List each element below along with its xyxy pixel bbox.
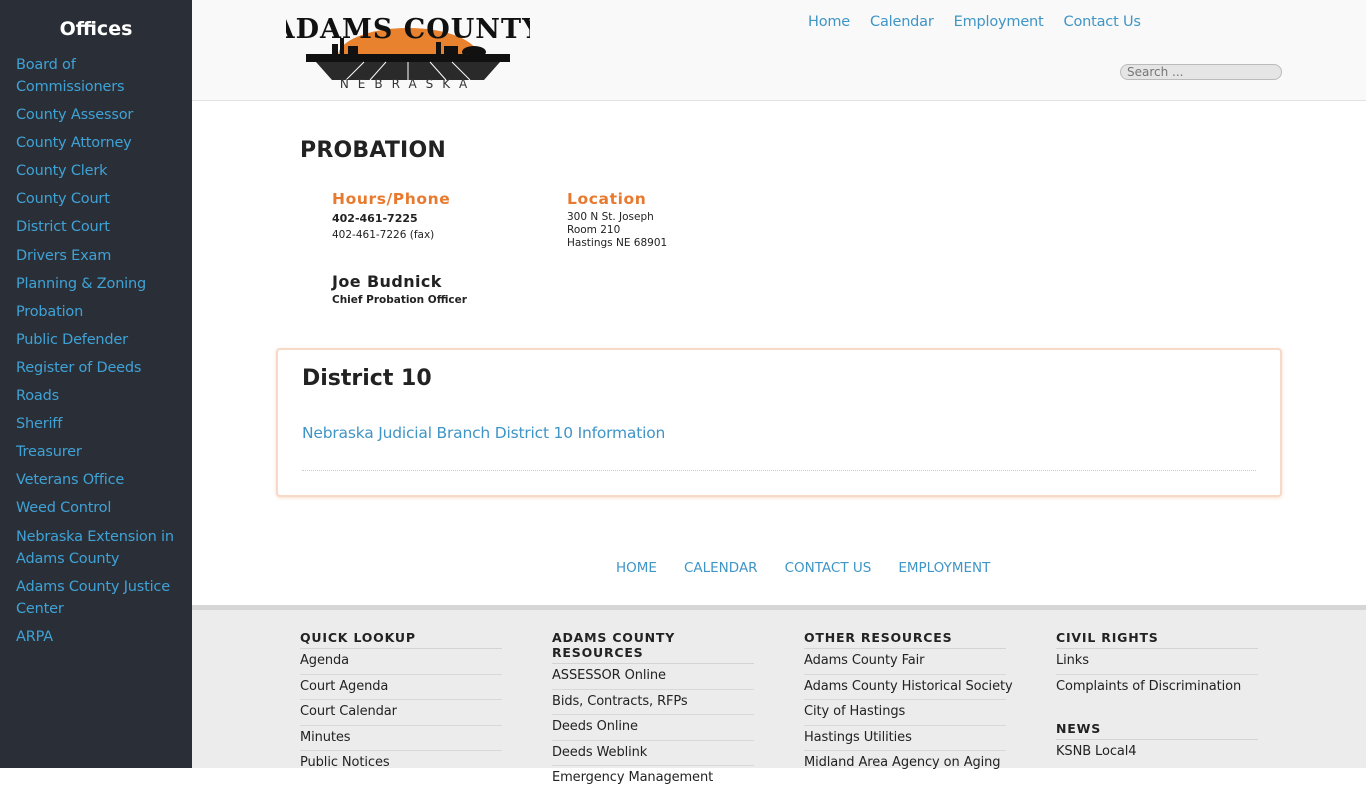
sidebar-item-county-assessor[interactable]: County Assessor: [16, 104, 186, 126]
footer-link[interactable]: KSNB Local4: [1056, 740, 1258, 765]
nav-home[interactable]: Home: [808, 14, 850, 30]
resources-column: ADAMS COUNTY RESOURCES ASSESSOR Online B…: [552, 630, 754, 791]
sidebar-item-justice-center[interactable]: Adams County Justice Center: [16, 576, 186, 620]
news-heading: NEWS: [1056, 721, 1258, 740]
phone-number: 402-461-7225: [332, 212, 418, 225]
address-line-3: Hastings NE 68901: [567, 237, 668, 249]
footer-link[interactable]: Court Calendar: [300, 700, 502, 726]
footer-link[interactable]: Adams County Historical Society: [804, 675, 1013, 700]
sidebar-title: Offices: [59, 18, 133, 40]
footer-link[interactable]: Deeds Online: [552, 715, 754, 741]
footer-link[interactable]: Deeds Weblink: [552, 741, 754, 766]
district-panel: District 10 Nebraska Judicial Branch Dis…: [276, 348, 1282, 497]
address-line-1: 300 N St. Joseph: [567, 211, 654, 223]
sidebar-list: Board of Commissioners County Assessor C…: [16, 54, 186, 654]
sidebar-item-district-court[interactable]: District Court: [16, 216, 186, 238]
officer-name: Joe Budnick: [332, 272, 442, 291]
sidebar-item-weed-control[interactable]: Weed Control: [16, 497, 186, 519]
address: 300 N St. Joseph Room 210 Hastings NE 68…: [567, 211, 667, 250]
civil-rights-column: CIVIL RIGHTS Links Complaints of Discrim…: [1056, 630, 1258, 765]
district-title: District 10: [302, 366, 432, 391]
footer-nav-calendar[interactable]: CALENDAR: [684, 560, 758, 576]
footer-link[interactable]: City of Hastings: [804, 700, 1006, 726]
site-footer: QUICK LOOKUP Agenda Court Agenda Court C…: [192, 605, 1366, 785]
footer-link[interactable]: Hastings Utilities: [804, 726, 1006, 751]
footer-link[interactable]: Agenda: [300, 649, 502, 675]
search-input[interactable]: [1120, 64, 1282, 80]
sidebar-item-nebraska-extension[interactable]: Nebraska Extension in Adams County: [16, 526, 186, 570]
sidebar-item-county-court[interactable]: County Court: [16, 188, 186, 210]
footer-link[interactable]: ASSESSOR Online: [552, 664, 754, 690]
sidebar-item-register-of-deeds[interactable]: Register of Deeds: [16, 357, 186, 379]
footer-link[interactable]: Bids, Contracts, RFPs: [552, 690, 754, 715]
location-heading: Location: [567, 190, 647, 208]
fax-number: 402-461-7226 (fax): [332, 229, 435, 241]
svg-text:NEBRASKA: NEBRASKA: [340, 77, 476, 88]
hours-heading: Hours/Phone: [332, 190, 451, 208]
page-title: PROBATION: [300, 138, 446, 163]
offices-sidebar: Offices Board of Commissioners County As…: [0, 0, 192, 768]
footer-nav: HOME CALENDAR CONTACT US EMPLOYMENT: [616, 560, 990, 576]
quick-lookup-column: QUICK LOOKUP Agenda Court Agenda Court C…: [300, 630, 502, 776]
adams-county-logo[interactable]: ADAMS COUNTY NEBRASKA: [286, 8, 530, 88]
news-section: NEWS KSNB Local4: [1056, 721, 1258, 765]
divider: [302, 470, 1256, 471]
sidebar-item-sheriff[interactable]: Sheriff: [16, 413, 186, 435]
top-nav: Home Calendar Employment Contact Us: [808, 14, 1141, 30]
sidebar-item-roads[interactable]: Roads: [16, 385, 186, 407]
sidebar-item-board-of-commissioners[interactable]: Board of Commissioners: [16, 54, 186, 98]
sidebar-item-planning-zoning[interactable]: Planning & Zoning: [16, 273, 186, 295]
footer-link[interactable]: Emergency Management: [552, 766, 754, 791]
svg-text:ADAMS COUNTY: ADAMS COUNTY: [286, 14, 530, 45]
footer-link[interactable]: Adams County Fair: [804, 649, 1006, 675]
sidebar-item-probation[interactable]: Probation: [16, 301, 186, 323]
address-line-2: Room 210: [567, 224, 621, 236]
nav-calendar[interactable]: Calendar: [870, 14, 934, 30]
footer-link[interactable]: Complaints of Discrimination: [1056, 675, 1258, 700]
sidebar-item-drivers-exam[interactable]: Drivers Exam: [16, 245, 186, 267]
footer-nav-employment[interactable]: EMPLOYMENT: [898, 560, 990, 576]
footer-link[interactable]: Court Agenda: [300, 675, 502, 700]
nav-employment[interactable]: Employment: [954, 14, 1044, 30]
footer-nav-home[interactable]: HOME: [616, 560, 657, 576]
resources-heading: ADAMS COUNTY RESOURCES: [552, 630, 754, 664]
sidebar-item-county-clerk[interactable]: County Clerk: [16, 160, 186, 182]
sidebar-item-veterans-office[interactable]: Veterans Office: [16, 469, 186, 491]
sidebar-item-arpa[interactable]: ARPA: [16, 626, 186, 648]
quick-lookup-heading: QUICK LOOKUP: [300, 630, 502, 649]
civil-rights-heading: CIVIL RIGHTS: [1056, 630, 1258, 649]
footer-nav-contact-us[interactable]: CONTACT US: [785, 560, 872, 576]
sidebar-item-county-attorney[interactable]: County Attorney: [16, 132, 186, 154]
footer-link[interactable]: Minutes: [300, 726, 502, 751]
other-resources-heading: OTHER RESOURCES: [804, 630, 1006, 649]
nav-contact-us[interactable]: Contact Us: [1064, 14, 1141, 30]
footer-link[interactable]: Links: [1056, 649, 1258, 675]
officer-title: Chief Probation Officer: [332, 294, 467, 306]
district-info-link[interactable]: Nebraska Judicial Branch District 10 Inf…: [302, 424, 665, 442]
sidebar-item-public-defender[interactable]: Public Defender: [16, 329, 186, 351]
footer-link[interactable]: Midland Area Agency on Aging: [804, 751, 1006, 776]
footer-link[interactable]: Public Notices: [300, 751, 502, 776]
site-header: ADAMS COUNTY NEBRASKA Home Calendar Empl…: [192, 0, 1366, 101]
other-resources-column: OTHER RESOURCES Adams County Fair Adams …: [804, 630, 1013, 776]
sidebar-item-treasurer[interactable]: Treasurer: [16, 441, 186, 463]
